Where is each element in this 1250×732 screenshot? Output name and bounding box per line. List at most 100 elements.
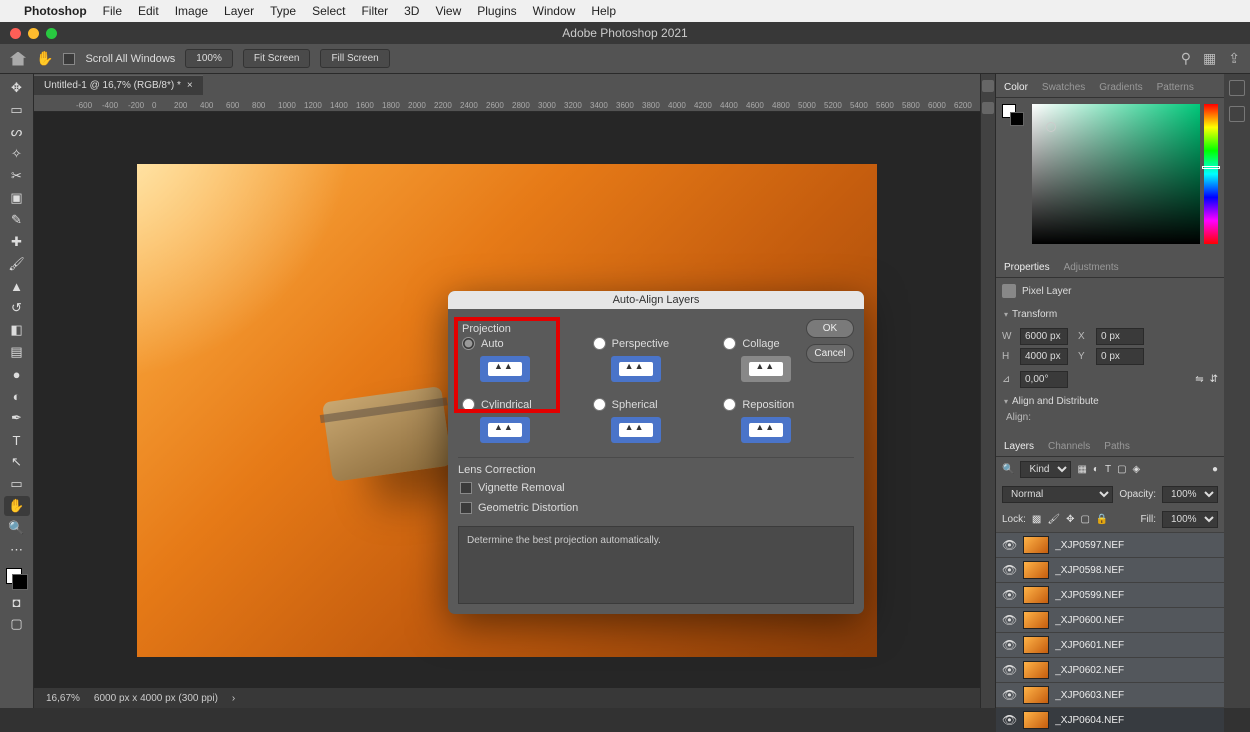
filter-icon[interactable]: 🔍	[1002, 464, 1014, 475]
opacity-select[interactable]: 100%	[1162, 486, 1218, 503]
cancel-button[interactable]: Cancel	[806, 344, 854, 363]
wand-tool-icon[interactable]: ✧	[4, 144, 30, 164]
projection-reposition[interactable]: Reposition	[723, 398, 854, 443]
hue-slider[interactable]	[1204, 104, 1218, 244]
path-tool-icon[interactable]: ↖	[4, 452, 30, 472]
document-tab[interactable]: Untitled-1 @ 16,7% (RGB/8*) * ×	[34, 75, 203, 95]
angle-input[interactable]	[1020, 371, 1068, 388]
collapsed-panel-icon[interactable]	[982, 102, 994, 114]
align-header[interactable]: Align and Distribute	[1002, 391, 1218, 412]
color-swatches[interactable]	[6, 568, 28, 590]
radio-auto[interactable]	[462, 337, 475, 350]
height-input[interactable]	[1020, 348, 1068, 365]
filter-toggle-icon[interactable]: ●	[1212, 464, 1218, 475]
status-zoom[interactable]: 16,67%	[46, 693, 80, 704]
gradient-tool-icon[interactable]: ▤	[4, 342, 30, 362]
menu-filter[interactable]: Filter	[361, 4, 388, 18]
visibility-icon[interactable]: 👁	[1002, 638, 1017, 652]
collapsed-icon[interactable]	[1229, 80, 1245, 96]
tab-paths[interactable]: Paths	[1102, 437, 1132, 456]
menu-layer[interactable]: Layer	[224, 4, 254, 18]
lock-pos-icon[interactable]: ✥	[1066, 514, 1074, 525]
visibility-icon[interactable]: 👁	[1002, 538, 1017, 552]
eyedropper-tool-icon[interactable]: ✎	[4, 210, 30, 230]
close-window-icon[interactable]	[10, 28, 21, 39]
lock-paint-icon[interactable]: 🖌	[1047, 514, 1060, 525]
crop-tool-icon[interactable]: ✂	[4, 166, 30, 186]
visibility-icon[interactable]: 👁	[1002, 663, 1017, 677]
menu-help[interactable]: Help	[591, 4, 616, 18]
hand-tool-icon[interactable]: ✋	[36, 50, 53, 67]
search-icon[interactable]: ⚲	[1181, 50, 1191, 67]
pen-tool-icon[interactable]: ✒	[4, 408, 30, 428]
color-field[interactable]	[1032, 104, 1200, 244]
radio-spherical[interactable]	[593, 398, 606, 411]
scroll-all-checkbox[interactable]	[63, 53, 75, 65]
layer-row[interactable]: 👁_XJP0597.NEF	[996, 532, 1224, 557]
fill-screen-button[interactable]: Fill Screen	[320, 49, 389, 68]
tab-color[interactable]: Color	[1002, 78, 1030, 97]
tab-channels[interactable]: Channels	[1046, 437, 1092, 456]
collapsed-icon[interactable]	[1229, 106, 1245, 122]
menu-view[interactable]: View	[435, 4, 461, 18]
lasso-tool-icon[interactable]: ᔕ	[4, 122, 30, 142]
menu-select[interactable]: Select	[312, 4, 345, 18]
close-tab-icon[interactable]: ×	[187, 80, 193, 91]
projection-spherical[interactable]: Spherical	[593, 398, 724, 443]
workspace-icon[interactable]: ▦	[1203, 50, 1216, 67]
radio-collage[interactable]	[723, 337, 736, 350]
x-input[interactable]	[1096, 328, 1144, 345]
width-input[interactable]	[1020, 328, 1068, 345]
flip-h-icon[interactable]: ⇋	[1195, 374, 1203, 385]
edit-toolbar-icon[interactable]: ⋯	[4, 540, 30, 560]
quickmask-icon[interactable]: ◘	[4, 592, 30, 612]
visibility-icon[interactable]: 👁	[1002, 713, 1017, 727]
ok-button[interactable]: OK	[806, 319, 854, 338]
menu-file[interactable]: File	[103, 4, 122, 18]
menu-3d[interactable]: 3D	[404, 4, 419, 18]
layer-row[interactable]: 👁_XJP0598.NEF	[996, 557, 1224, 582]
layer-row[interactable]: 👁_XJP0601.NEF	[996, 632, 1224, 657]
share-icon[interactable]: ⇪	[1228, 50, 1240, 67]
menu-type[interactable]: Type	[270, 4, 296, 18]
visibility-icon[interactable]: 👁	[1002, 588, 1017, 602]
geometric-checkbox[interactable]	[460, 502, 472, 514]
projection-cylindrical[interactable]: Cylindrical	[462, 398, 593, 443]
lock-all-icon[interactable]: 🔒	[1096, 514, 1108, 525]
stamp-tool-icon[interactable]: ▲	[4, 276, 30, 296]
flip-v-icon[interactable]: ⇵	[1210, 374, 1218, 385]
filter-adj-icon[interactable]: ◐	[1093, 464, 1099, 475]
zoom-window-icon[interactable]	[46, 28, 57, 39]
hand-tool-icon[interactable]: ✋	[4, 496, 30, 516]
history-brush-tool-icon[interactable]: ↺	[4, 298, 30, 318]
panel-swatches[interactable]	[1002, 104, 1024, 126]
text-tool-icon[interactable]: T	[4, 430, 30, 450]
radio-reposition[interactable]	[723, 398, 736, 411]
layer-row[interactable]: 👁_XJP0603.NEF	[996, 682, 1224, 707]
kind-select[interactable]: Kind	[1020, 461, 1071, 478]
collapsed-panel-icon[interactable]	[982, 80, 994, 92]
marquee-tool-icon[interactable]: ▭	[4, 100, 30, 120]
frame-tool-icon[interactable]: ▣	[4, 188, 30, 208]
status-more-icon[interactable]: ›	[232, 693, 235, 704]
vignette-checkbox[interactable]	[460, 482, 472, 494]
tab-properties[interactable]: Properties	[1002, 258, 1052, 277]
blend-select[interactable]: Normal	[1002, 486, 1113, 503]
status-dims[interactable]: 6000 px x 4000 px (300 ppi)	[94, 693, 218, 704]
zoom-tool-icon[interactable]: 🔍	[4, 518, 30, 538]
heal-tool-icon[interactable]: ✚	[4, 232, 30, 252]
minimize-window-icon[interactable]	[28, 28, 39, 39]
transform-header[interactable]: Transform	[1002, 304, 1218, 325]
layer-row[interactable]: 👁_XJP0602.NEF	[996, 657, 1224, 682]
filter-text-icon[interactable]: T	[1105, 464, 1111, 475]
lock-nest-icon[interactable]: ▢	[1080, 514, 1089, 525]
menu-plugins[interactable]: Plugins	[477, 4, 516, 18]
tab-swatches[interactable]: Swatches	[1040, 78, 1087, 97]
projection-auto[interactable]: Auto	[462, 337, 593, 382]
radio-cylindrical[interactable]	[462, 398, 475, 411]
fill-select[interactable]: 100%	[1162, 511, 1218, 528]
layer-row[interactable]: 👁_XJP0604.NEF	[996, 707, 1224, 732]
filter-pixel-icon[interactable]: ▦	[1077, 464, 1086, 475]
filter-shape-icon[interactable]: ▢	[1117, 464, 1126, 475]
tab-patterns[interactable]: Patterns	[1155, 78, 1196, 97]
